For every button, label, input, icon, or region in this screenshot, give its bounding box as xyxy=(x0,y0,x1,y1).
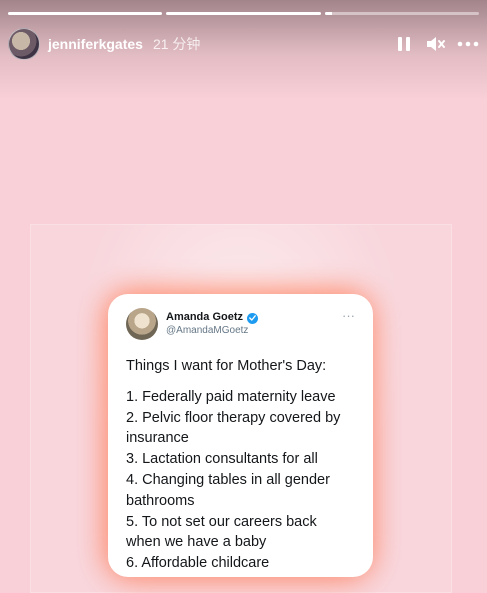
tweet-card: Amanda Goetz @AmandaMGoetz ··· Things I … xyxy=(108,294,373,577)
speaker-muted-icon xyxy=(427,37,445,51)
tweet-author-name-row: Amanda Goetz xyxy=(166,311,259,324)
tweet-list-item: 4. Changing tables in all gender bathroo… xyxy=(126,471,330,509)
mute-button[interactable] xyxy=(425,33,447,55)
tweet-more-icon: ··· xyxy=(342,308,355,323)
progress-segment xyxy=(166,12,321,15)
story-progress-bar xyxy=(8,12,479,15)
progress-segment xyxy=(324,12,479,15)
profile-avatar[interactable] xyxy=(8,28,40,60)
tweet-list-item: 5. To not set our careers back when we h… xyxy=(126,513,317,551)
more-horizontal-icon xyxy=(457,41,479,47)
username[interactable]: jenniferkgates xyxy=(48,36,143,52)
progress-fill xyxy=(8,12,163,15)
story-controls xyxy=(393,33,479,55)
tweet-list-item: 1. Federally paid maternity leave xyxy=(126,388,336,405)
time-ago: 21 分钟 xyxy=(152,36,201,52)
tweet-text: Things I want for Mother's Day: 1. Feder… xyxy=(126,356,355,574)
tweet-author-avatar xyxy=(126,308,158,340)
tweet-author-name: Amanda Goetz xyxy=(166,311,244,324)
tweet-list-item: 6. Affordable childcare xyxy=(126,555,270,572)
tweet-list-item: 2. Pelvic floor therapy covered by insur… xyxy=(126,409,341,447)
pause-icon xyxy=(398,37,410,51)
tweet-author: Amanda Goetz @AmandaMGoetz xyxy=(166,311,259,336)
progress-fill xyxy=(166,12,321,15)
more-button[interactable] xyxy=(457,33,479,55)
tweet-list-item: 3. Lactation consultants for all xyxy=(126,451,318,468)
story-header: jenniferkgates 21 分钟 xyxy=(8,27,479,61)
pause-button[interactable] xyxy=(393,33,415,55)
progress-segment xyxy=(8,12,163,15)
progress-fill xyxy=(324,12,333,15)
tweet-intro: Things I want for Mother's Day: xyxy=(126,358,327,374)
tweet-author-handle: @AmandaMGoetz xyxy=(166,324,249,336)
verified-badge-icon xyxy=(247,312,259,324)
tweet-header: Amanda Goetz @AmandaMGoetz ··· xyxy=(126,306,355,342)
story-card: Amanda Goetz @AmandaMGoetz ··· Things I … xyxy=(30,224,452,593)
